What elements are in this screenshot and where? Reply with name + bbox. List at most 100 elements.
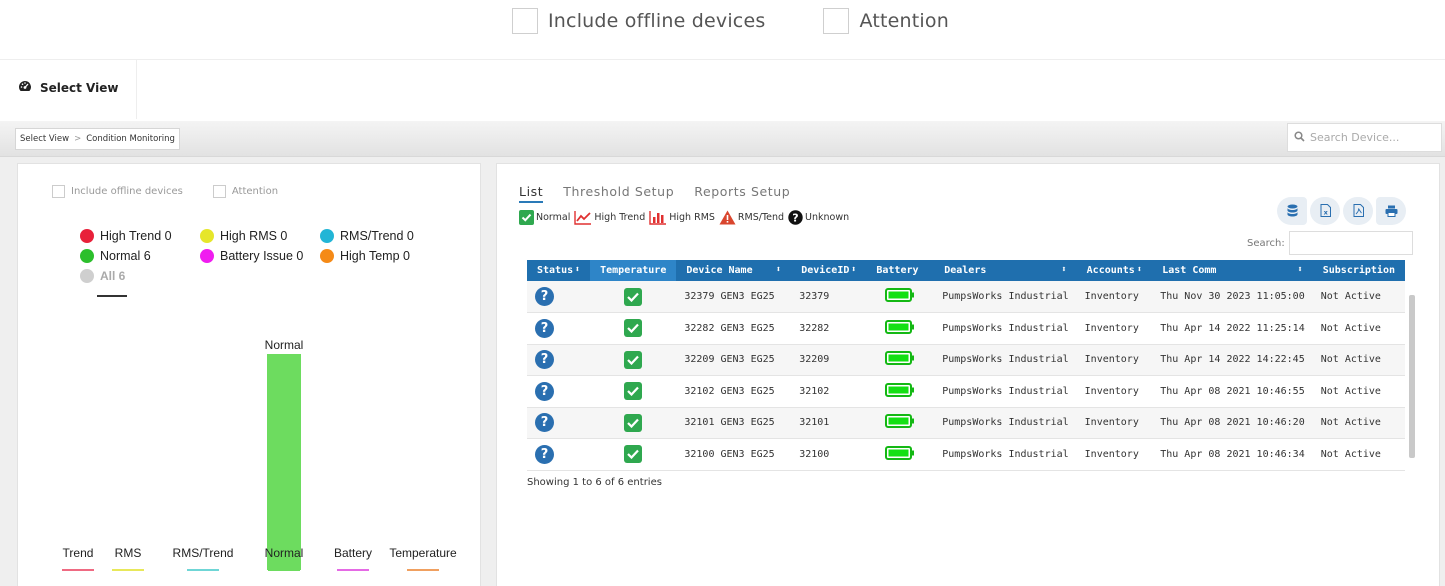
last-comm-cell: Thu Apr 08 2021 10:46:20 <box>1152 407 1313 439</box>
column-accounts[interactable]: Accounts ⬍ <box>1076 260 1153 281</box>
panel-include-offline-label: Include offline devices <box>71 186 183 197</box>
legend-high-trend[interactable]: High Trend 0 <box>80 229 200 243</box>
legend-rms-trend[interactable]: RMS/Trend 0 <box>320 229 414 243</box>
column-dealers[interactable]: Dealers ⬍ <box>934 260 1077 281</box>
check-icon <box>624 319 643 338</box>
tab-bar: List Threshold Setup Reports Setup <box>519 184 790 203</box>
battery-cell <box>866 375 935 408</box>
column-temperature[interactable]: Temperature <box>590 260 677 281</box>
device-name-cell[interactable]: 32102 GEN3 EG25 <box>676 375 792 408</box>
account-cell: Inventory <box>1076 375 1153 408</box>
device-table: Status ⬍ Temperature Device Name ⬍ DeviceI… <box>527 260 1405 471</box>
column-battery[interactable]: Battery <box>866 260 935 281</box>
tab-list[interactable]: List <box>519 184 544 203</box>
last-comm-cell: Thu Apr 08 2021 10:46:55 <box>1152 375 1313 408</box>
question-circle-icon[interactable]: ? <box>535 381 554 401</box>
table-row[interactable]: ? 32209 GEN3 EG25 32209 PumpsWorks Industri… <box>527 344 1405 376</box>
breadcrumb-bar: Select View > Condition Monitoring Searc… <box>0 121 1445 157</box>
column-device-id[interactable]: DeviceID ⬍ <box>791 260 867 281</box>
question-circle-icon[interactable]: ? <box>535 350 554 370</box>
legend-high-temp[interactable]: High Temp 0 <box>320 249 410 263</box>
table-scrollbar[interactable] <box>1409 295 1415 458</box>
check-icon <box>624 382 643 401</box>
sort-icon: ⬍ <box>1297 265 1303 275</box>
panel-attention-label: Attention <box>231 186 279 197</box>
panel-filters: Include offline devices Attention <box>52 185 278 198</box>
legend-all[interactable]: All 6 <box>80 269 125 283</box>
breadcrumb-item-select-view[interactable]: Select View <box>20 134 69 144</box>
question-circle-icon[interactable]: ? <box>535 444 554 464</box>
svg-text:x: x <box>1323 208 1328 216</box>
table-search-input[interactable] <box>1288 231 1413 255</box>
battery-full-icon <box>885 319 915 334</box>
temperature-cell <box>590 375 677 408</box>
device-id-cell: 32379 <box>791 281 867 313</box>
table-row[interactable]: ? 32101 GEN3 EG25 32101 PumpsWorks Industri… <box>527 407 1405 439</box>
question-circle-icon[interactable]: ? <box>535 318 554 338</box>
device-name-cell[interactable]: 32100 GEN3 EG25 <box>676 438 792 471</box>
search-device-input[interactable]: Search Device... <box>1287 123 1442 152</box>
legend-high-rms[interactable]: High RMS 0 <box>200 229 320 243</box>
pdf-file-icon <box>1353 202 1364 221</box>
question-circle-icon[interactable]: ? <box>535 287 554 306</box>
battery-full-icon <box>885 351 915 366</box>
table-row[interactable]: ? 32102 GEN3 EG25 32102 PumpsWorks Industri… <box>527 375 1405 408</box>
include-offline-checkbox[interactable] <box>512 8 538 34</box>
chart-category-label: Battery <box>334 546 372 560</box>
print-button[interactable] <box>1376 197 1406 225</box>
chart-category-underline <box>268 569 300 571</box>
chart-category-label: Temperature <box>389 546 457 560</box>
device-name-cell[interactable]: 32282 GEN3 EG25 <box>676 312 792 345</box>
chart-category-underline <box>337 569 369 571</box>
legend-battery-issue[interactable]: Battery Issue 0 <box>200 249 320 263</box>
device-name-cell[interactable]: 32209 GEN3 EG25 <box>676 344 792 376</box>
status-cell: ? <box>527 312 591 345</box>
question-circle-icon[interactable]: ? <box>535 413 554 433</box>
content-area: Include offline devices Attention High T… <box>0 157 1445 586</box>
device-name-cell[interactable]: 32379 GEN3 EG25 <box>676 281 792 313</box>
export-toolbar: x <box>1277 197 1406 225</box>
table-row[interactable]: ? 32100 GEN3 EG25 32100 PumpsWorks Industri… <box>527 438 1405 471</box>
dealer-cell: PumpsWorks Industrial <box>934 407 1077 439</box>
column-last-comm[interactable]: Last Comm ⬍ <box>1152 260 1313 281</box>
sort-icon: ⬍ <box>775 265 782 275</box>
sort-icon: ⬍ <box>574 265 581 275</box>
pdf-export-button[interactable] <box>1343 197 1373 225</box>
table-row[interactable]: ? 32282 GEN3 EG25 32282 PumpsWorks Industri… <box>527 312 1405 345</box>
panel-attention-checkbox[interactable] <box>212 185 226 198</box>
check-icon <box>624 350 643 369</box>
column-subscription[interactable]: Subscription <box>1312 260 1405 281</box>
chart-category-underline <box>112 569 144 571</box>
chart-bar-normal[interactable] <box>267 354 301 570</box>
table-row[interactable]: ? 32379 GEN3 EG25 32379 PumpsWorks Industri… <box>527 281 1405 313</box>
battery-cell <box>866 281 935 313</box>
excel-export-button[interactable]: x <box>1310 197 1340 225</box>
panel-include-offline-checkbox[interactable] <box>52 185 65 198</box>
legend-high-rms-label: High RMS <box>669 212 715 223</box>
page-header: Select View <box>0 59 1445 119</box>
legend-normal[interactable]: Normal 6 <box>80 249 200 263</box>
attention-label: Attention <box>859 10 949 32</box>
database-icon <box>1287 202 1298 221</box>
sort-icon: ⬍ <box>1061 265 1067 275</box>
database-export-button[interactable] <box>1277 197 1307 225</box>
status-cell: ? <box>527 344 591 376</box>
column-status[interactable]: Status ⬍ <box>527 260 591 281</box>
last-comm-cell: Thu Nov 30 2023 11:05:00 <box>1152 281 1313 313</box>
column-device-name[interactable]: Device Name ⬍ <box>676 260 792 281</box>
chart-category-underline <box>62 569 94 571</box>
temperature-cell <box>590 438 677 471</box>
tab-threshold-setup[interactable]: Threshold Setup <box>563 184 674 203</box>
account-cell: Inventory <box>1076 281 1153 313</box>
dealer-cell: PumpsWorks Industrial <box>934 344 1077 376</box>
dashboard-icon <box>18 80 32 95</box>
device-name-cell[interactable]: 32101 GEN3 EG25 <box>676 407 792 439</box>
status-cell: ? <box>527 438 591 471</box>
attention-checkbox[interactable] <box>823 8 850 34</box>
subscription-cell: Not Active <box>1312 375 1405 408</box>
breadcrumb-item-condition-monitoring[interactable]: Condition Monitoring <box>86 134 175 144</box>
battery-full-icon <box>885 382 915 397</box>
print-icon <box>1385 202 1398 221</box>
tab-reports-setup[interactable]: Reports Setup <box>694 184 790 203</box>
select-view-menu[interactable]: Select View <box>18 80 118 95</box>
